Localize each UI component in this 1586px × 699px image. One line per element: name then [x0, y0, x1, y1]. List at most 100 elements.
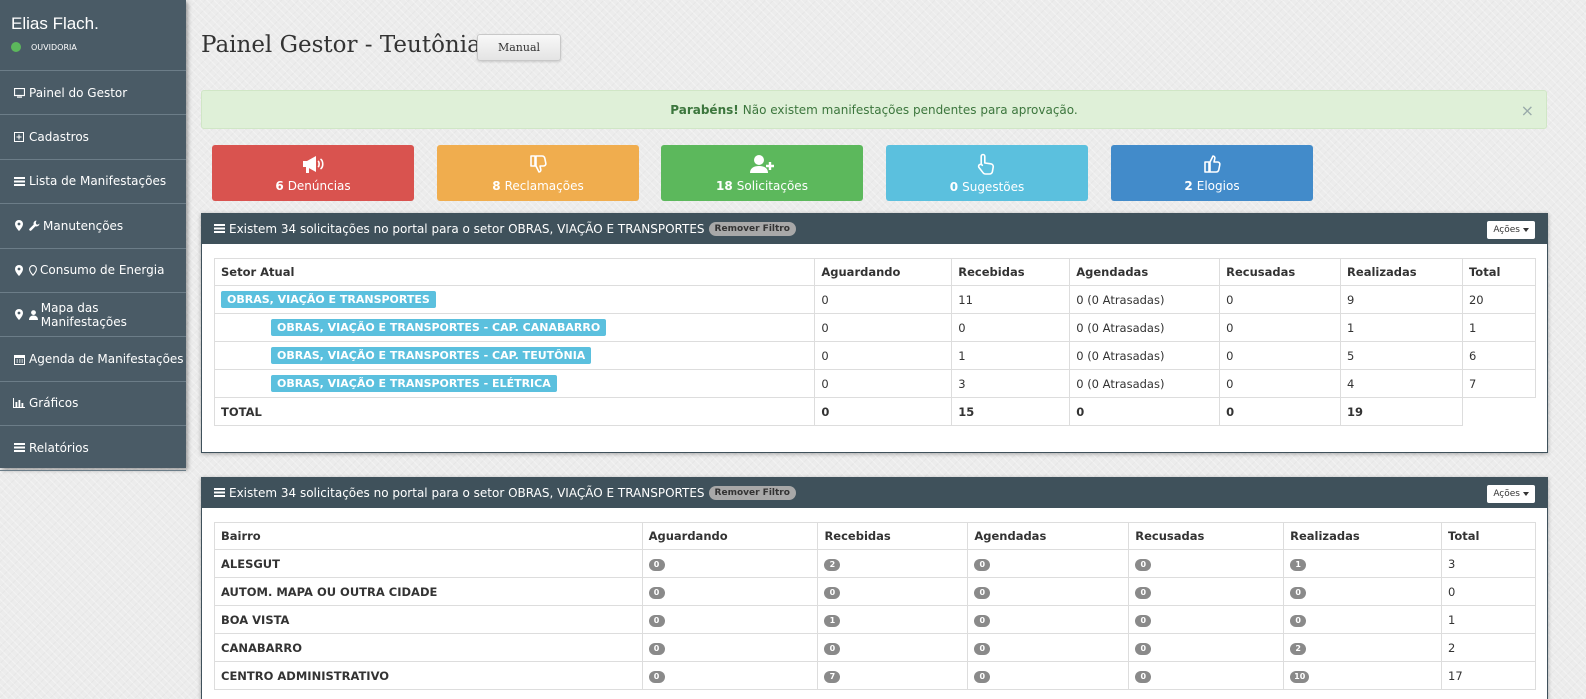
cell-recebidas: 3	[951, 369, 1071, 398]
cell-recusadas: 0	[1219, 369, 1342, 398]
cell-total: 0	[1441, 577, 1536, 606]
column-header: Realizadas	[1283, 522, 1443, 550]
cell-aguardando: 0	[814, 341, 953, 370]
sidebar-item-lista-de-manifestacoes[interactable]: Lista de Manifestações	[0, 160, 186, 205]
table-row: OBRAS, VIAÇÃO E TRANSPORTES - ELÉTRICA 0…	[213, 369, 1537, 398]
count-badge: 1	[1290, 559, 1307, 571]
cell-aguardando: 0	[814, 285, 953, 314]
sidebar-item-consumo-de-energia[interactable]: Consumo de Energia	[0, 249, 186, 293]
alert-strong: Parabéns!	[670, 102, 739, 117]
tile-label: Reclamações	[504, 178, 584, 193]
cell-realizadas: 5	[1340, 341, 1463, 370]
sidebar-item-graficos[interactable]: Gráficos	[0, 382, 186, 427]
cell-bairro: ALESGUT	[214, 549, 643, 578]
cell-agendadas: 0 (0 Atrasadas)	[1069, 341, 1221, 370]
count-badge: 0	[974, 559, 991, 571]
table-row: CENTRO ADMINISTRATIVO 0 7 0 0 10 17	[214, 661, 1536, 690]
cell-agendadas: 0 (0 Atrasadas)	[1069, 369, 1221, 398]
map-marker-outline-icon	[29, 264, 37, 276]
count-badge: 0	[824, 643, 841, 655]
caret-down-icon	[1523, 492, 1529, 496]
tile-count: 8	[492, 178, 501, 193]
list-icon	[12, 443, 26, 453]
sidebar-item-label: Cadastros	[29, 130, 89, 145]
tile-label: Solicitações	[736, 178, 808, 193]
user-box: Elias Flach. OUVIDORIA	[0, 0, 186, 71]
count-badge: 0	[648, 559, 665, 571]
cell-realizadas: 4	[1340, 369, 1463, 398]
sector-label[interactable]: OBRAS, VIAÇÃO E TRANSPORTES	[221, 291, 436, 308]
count-badge: 0	[974, 615, 991, 627]
sector-label[interactable]: OBRAS, VIAÇÃO E TRANSPORTES - CAP. CANAB…	[271, 319, 607, 336]
sidebar-item-label: Lista de Manifestações	[29, 174, 167, 189]
panel-setor: Existem 34 solicitações no portal para o…	[201, 213, 1548, 453]
count-badge: 0	[974, 587, 991, 599]
sector-label[interactable]: OBRAS, VIAÇÃO E TRANSPORTES - CAP. TEUTÔ…	[271, 347, 592, 364]
total-aguardando: 0	[814, 397, 953, 426]
count-badge: 0	[1135, 559, 1152, 571]
panel-heading: Existem 34 solicitações no portal para o…	[229, 222, 705, 236]
cell-bairro: BOA VISTA	[214, 605, 643, 634]
count-badge: 0	[648, 671, 665, 683]
sidebar-item-cadastros[interactable]: Cadastros	[0, 115, 186, 160]
user-icon	[28, 309, 38, 320]
sidebar-item-label: Consumo de Energia	[40, 263, 165, 278]
tile-label: Elogios	[1196, 178, 1240, 193]
sidebar-item-relatorios[interactable]: Relatórios	[0, 426, 186, 471]
sidebar-item-label: Relatórios	[29, 440, 89, 455]
remove-filter-button[interactable]: Remover Filtro	[708, 222, 796, 236]
tile-sugestoes[interactable]: 0 Sugestões	[886, 145, 1088, 201]
remove-filter-button[interactable]: Remover Filtro	[708, 486, 796, 500]
panel-heading: Existem 34 solicitações no portal para o…	[229, 486, 705, 500]
panel-header: Existem 34 solicitações no portal para o…	[202, 214, 1547, 244]
alert-text: Não existem manifestações pendentes para…	[742, 102, 1078, 117]
sidebar-item-mapa-das-manifestacoes[interactable]: Mapa das Manifestações	[0, 293, 186, 338]
page-title: Painel Gestor - Teutônia	[201, 32, 481, 58]
user-plus-icon	[749, 154, 775, 179]
cell-total: 7	[1461, 369, 1537, 398]
map-marker-icon	[12, 309, 26, 321]
tile-denuncias[interactable]: 6 Denúncias	[212, 145, 414, 201]
count-badge: 7	[824, 671, 841, 683]
table-row: OBRAS, VIAÇÃO E TRANSPORTES 0 11 0 (0 At…	[213, 285, 1537, 314]
cell-aguardando: 0	[814, 313, 953, 342]
column-header: Bairro	[214, 522, 643, 550]
count-badge: 0	[1135, 587, 1152, 599]
manual-button[interactable]: Manual	[477, 34, 561, 61]
map-marker-icon	[12, 264, 26, 276]
cell-recebidas: 1	[951, 341, 1071, 370]
plus-square-icon	[12, 132, 26, 143]
user-role: OUVIDORIA	[11, 42, 175, 52]
wrench-icon	[29, 220, 40, 232]
cell-total: 6	[1461, 341, 1537, 370]
setor-table: Setor Atual Aguardando Recebidas Agendad…	[213, 258, 1537, 426]
sector-label[interactable]: OBRAS, VIAÇÃO E TRANSPORTES - ELÉTRICA	[271, 375, 557, 392]
cell-recebidas: 0	[951, 313, 1071, 342]
cell-total: 20	[1461, 285, 1537, 314]
sidebar: Elias Flach. OUVIDORIA Painel do Gestor …	[0, 0, 186, 471]
column-header: Agendadas	[1069, 258, 1221, 286]
tile-elogios[interactable]: 2 Elogios	[1111, 145, 1313, 201]
table-row: ALESGUT 0 2 0 0 1 3	[214, 549, 1536, 578]
success-alert: Parabéns! Não existem manifestações pend…	[201, 90, 1547, 129]
table-row: CANABARRO 0 0 0 0 2 2	[214, 633, 1536, 662]
list-icon	[12, 176, 26, 186]
count-badge: 1	[824, 615, 841, 627]
sidebar-item-agenda-de-manifestacoes[interactable]: Agenda de Manifestações	[0, 337, 186, 382]
tile-reclamacoes[interactable]: 8 Reclamações	[437, 145, 639, 201]
actions-dropdown[interactable]: Ações	[1487, 221, 1535, 239]
cell-recusadas: 0	[1219, 313, 1342, 342]
count-badge: 2	[1290, 643, 1307, 655]
close-icon[interactable]: ×	[1521, 101, 1534, 120]
sidebar-item-painel-do-gestor[interactable]: Painel do Gestor	[0, 71, 186, 116]
cell-realizadas: 1	[1340, 313, 1463, 342]
sidebar-item-manutencoes[interactable]: Manutenções	[0, 204, 186, 249]
tile-solicitacoes[interactable]: 18 Solicitações	[661, 145, 863, 201]
sidebar-item-label: Manutenções	[43, 218, 124, 233]
total-row: TOTAL 0 15 0 0 19	[213, 397, 1536, 426]
table-row: OBRAS, VIAÇÃO E TRANSPORTES - CAP. TEUTÔ…	[213, 341, 1537, 370]
table-row: BOA VISTA 0 1 0 0 0 1	[214, 605, 1536, 634]
total-label: TOTAL	[213, 397, 816, 426]
column-header: Agendadas	[967, 522, 1130, 550]
actions-dropdown[interactable]: Ações	[1487, 485, 1535, 503]
